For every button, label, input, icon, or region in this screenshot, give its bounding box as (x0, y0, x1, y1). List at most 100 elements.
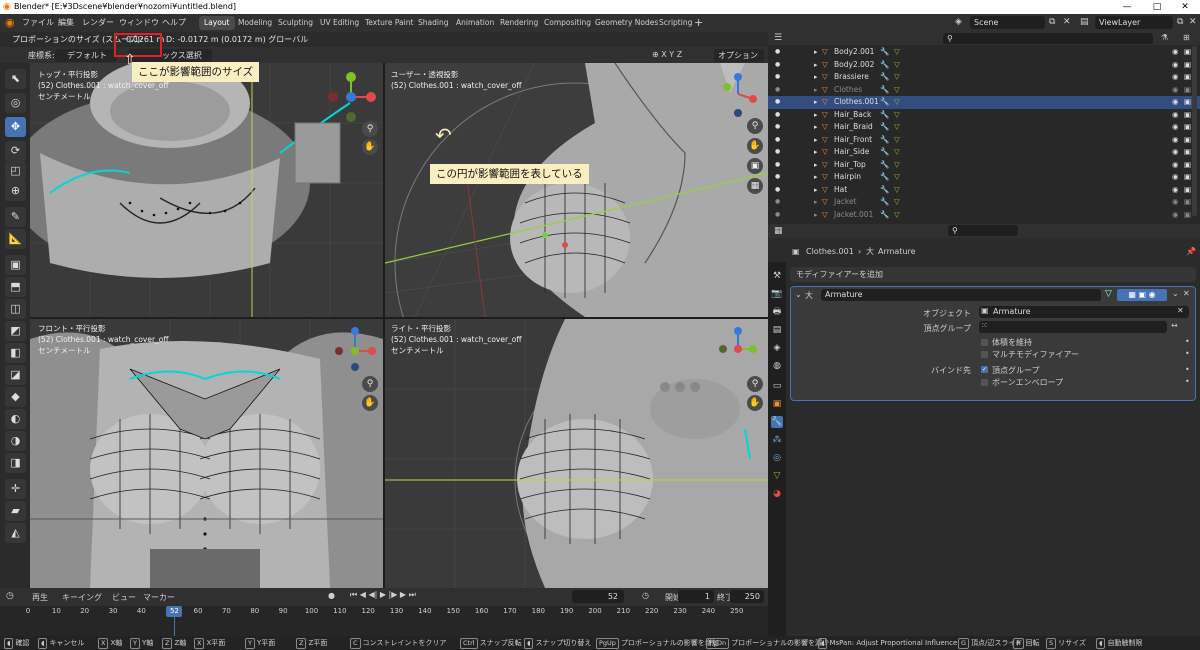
bind-vertex-groups-checkbox[interactable]: ✓ (981, 366, 988, 373)
editor-type-icon[interactable]: ▦ (774, 226, 783, 236)
expand-chevron-icon[interactable]: ▸ (814, 159, 818, 172)
eye-icon[interactable]: ◉ (1172, 121, 1179, 134)
keyframe-dot-icon[interactable]: • (1185, 337, 1190, 346)
camera-icon[interactable]: ▣ (1184, 146, 1191, 159)
expand-chevron-icon[interactable]: ▸ (814, 209, 818, 222)
edge-slide-tool-icon[interactable]: ◨ (5, 453, 26, 473)
zoom-icon[interactable]: ⚲ (362, 376, 378, 392)
menu-keying[interactable]: キーイング (62, 592, 102, 603)
expand-chevron-icon[interactable]: ▸ (814, 121, 818, 134)
menu-render[interactable]: レンダー (82, 17, 114, 29)
tab-scripting[interactable]: Scripting (654, 16, 697, 30)
visibility-dot-icon[interactable]: ● (775, 159, 780, 172)
remove-scene-icon[interactable]: ✕ (1063, 17, 1071, 27)
camera-icon[interactable]: ▣ (1184, 209, 1191, 222)
viewport-front[interactable]: フロント・平行投影 (52) Clothes.001 : watch_cover… (30, 319, 383, 588)
scene-tab-icon[interactable]: ◈ (771, 342, 783, 354)
zoom-icon[interactable]: ⚲ (747, 118, 763, 134)
visibility-dot-icon[interactable]: ● (775, 171, 780, 184)
invert-vertex-group-icon[interactable]: ↔ (1171, 321, 1178, 330)
visibility-dot-icon[interactable]: ● (775, 146, 780, 159)
new-collection-icon[interactable]: ⊞ (1183, 33, 1190, 42)
material-tab-icon[interactable]: ◕ (771, 488, 783, 500)
options-dropdown[interactable]: オプション (714, 49, 764, 62)
outliner-item[interactable]: ● ▸ ▽ Hair_Front 🔧 ▽ ◉ ▣ (768, 134, 1200, 147)
keyframe-dot-icon[interactable]: • (1185, 377, 1190, 386)
camera-icon[interactable]: ▣ (1184, 96, 1191, 109)
camera-icon[interactable]: ▣ (1184, 84, 1191, 97)
visibility-dot-icon[interactable]: ● (775, 96, 780, 109)
visibility-dot-icon[interactable]: ● (775, 71, 780, 84)
close-button[interactable]: ✕ (1170, 0, 1200, 14)
scene-icon[interactable]: ◈ (955, 17, 962, 27)
cursor-tool-icon[interactable]: ◎ (5, 93, 26, 113)
expand-chevron-icon[interactable]: ▸ (814, 134, 818, 147)
outliner-item[interactable]: ● ▸ ▽ Jacket 🔧 ▽ ◉ ▣ (768, 196, 1200, 209)
output-tab-icon[interactable]: 🖶 (771, 306, 783, 318)
data-tab-icon[interactable]: ▽ (771, 470, 783, 482)
outliner-item[interactable]: ● ▸ ▽ Clothes.001 🔧 ▽ ◉ ▣ (768, 96, 1200, 109)
timeline-ruler[interactable]: 0102030405060708090100110120130140150160… (0, 606, 768, 636)
pan-hand-icon[interactable]: ✋ (747, 138, 763, 154)
zoom-icon[interactable]: ⚲ (362, 121, 378, 137)
render-tab-icon[interactable]: 📷 (771, 288, 783, 300)
end-frame-field[interactable]: 250 (730, 590, 764, 603)
vertex-group-field[interactable] (979, 321, 1167, 333)
rotate-tool-icon[interactable]: ⟳ (5, 141, 26, 161)
select-tool-icon[interactable]: ⬉ (5, 69, 26, 89)
modifier-menu-icon[interactable]: ⌄ (1172, 289, 1179, 298)
keyframe-dot-icon[interactable]: • (1185, 349, 1190, 358)
viewport-right[interactable]: ライト・平行投影 (52) Clothes.001 : watch_cover_… (385, 319, 768, 588)
outliner-item[interactable]: ● ▸ ▽ Jacket.001 🔧 ▽ ◉ ▣ (768, 209, 1200, 222)
physics-tab-icon[interactable]: ◎ (771, 452, 783, 464)
visibility-dot-icon[interactable]: ● (775, 109, 780, 122)
tab-modeling[interactable]: Modeling (233, 16, 277, 30)
expand-chevron-icon[interactable]: ▸ (814, 196, 818, 209)
outliner-scrollbar[interactable] (1192, 46, 1197, 216)
visibility-dot-icon[interactable]: ● (775, 184, 780, 197)
tab-rendering[interactable]: Rendering (495, 16, 543, 30)
pan-hand-icon[interactable]: ✋ (362, 395, 378, 411)
menu-marker[interactable]: マーカー (143, 592, 175, 603)
perspective-toggle-icon[interactable]: ▦ (747, 178, 763, 194)
expand-chevron-icon[interactable]: ▸ (814, 59, 818, 72)
view-layer-icon[interactable]: ▤ (1080, 17, 1089, 27)
keyframe-dot-icon[interactable]: • (1185, 365, 1190, 374)
shrink-fatten-tool-icon[interactable]: ✛ (5, 479, 26, 499)
visibility-dot-icon[interactable]: ● (775, 209, 780, 222)
outliner-search-input[interactable]: ⚲ (943, 33, 1153, 44)
navigation-gizmo-icon[interactable] (713, 69, 763, 119)
camera-icon[interactable]: ▣ (1184, 196, 1191, 209)
expand-chevron-icon[interactable]: ▸ (814, 109, 818, 122)
navigation-gizmo-icon[interactable] (323, 69, 379, 125)
eye-icon[interactable]: ◉ (1172, 159, 1179, 172)
eye-icon[interactable]: ◉ (1172, 134, 1179, 147)
eye-icon[interactable]: ◉ (1172, 109, 1179, 122)
poly-build-tool-icon[interactable]: ◆ (5, 387, 26, 407)
loop-cut-tool-icon[interactable]: ◧ (5, 343, 26, 363)
modifier-name-input[interactable]: Armature (821, 289, 1101, 301)
transform-tool-icon[interactable]: ⊕ (5, 181, 26, 201)
expand-chevron-icon[interactable]: ▸ (814, 171, 818, 184)
camera-icon[interactable]: ▣ (1184, 184, 1191, 197)
minimize-button[interactable]: — (1112, 0, 1142, 14)
menu-file[interactable]: ファイル (22, 17, 54, 29)
eye-icon[interactable]: ◉ (1172, 59, 1179, 72)
viewport-top[interactable]: トップ・平行投影 (52) Clothes.001 : watch_cover_… (30, 63, 383, 317)
eye-icon[interactable]: ◉ (1172, 171, 1179, 184)
navigation-gizmo-icon[interactable] (713, 321, 763, 371)
stopwatch-icon[interactable]: ◷ (642, 591, 649, 600)
zoom-icon[interactable]: ⚲ (747, 376, 763, 392)
camera-icon[interactable]: ▣ (1184, 59, 1191, 72)
move-tool-icon[interactable]: ✥ (5, 117, 26, 137)
smooth-tool-icon[interactable]: ◑ (5, 431, 26, 451)
expand-chevron-icon[interactable]: ▸ (814, 84, 818, 97)
eye-icon[interactable]: ◉ (1172, 84, 1179, 97)
eye-icon[interactable]: ◉ (1172, 196, 1179, 209)
eye-icon[interactable]: ◉ (1172, 209, 1179, 222)
outliner-item[interactable]: ● ▸ ▽ Hair_Top 🔧 ▽ ◉ ▣ (768, 159, 1200, 172)
start-frame-field[interactable]: 1 (678, 590, 714, 603)
collapse-chevron-icon[interactable]: ⌄ (795, 290, 802, 299)
eye-icon[interactable]: ◉ (1172, 184, 1179, 197)
menu-view[interactable]: ビュー (112, 592, 136, 603)
